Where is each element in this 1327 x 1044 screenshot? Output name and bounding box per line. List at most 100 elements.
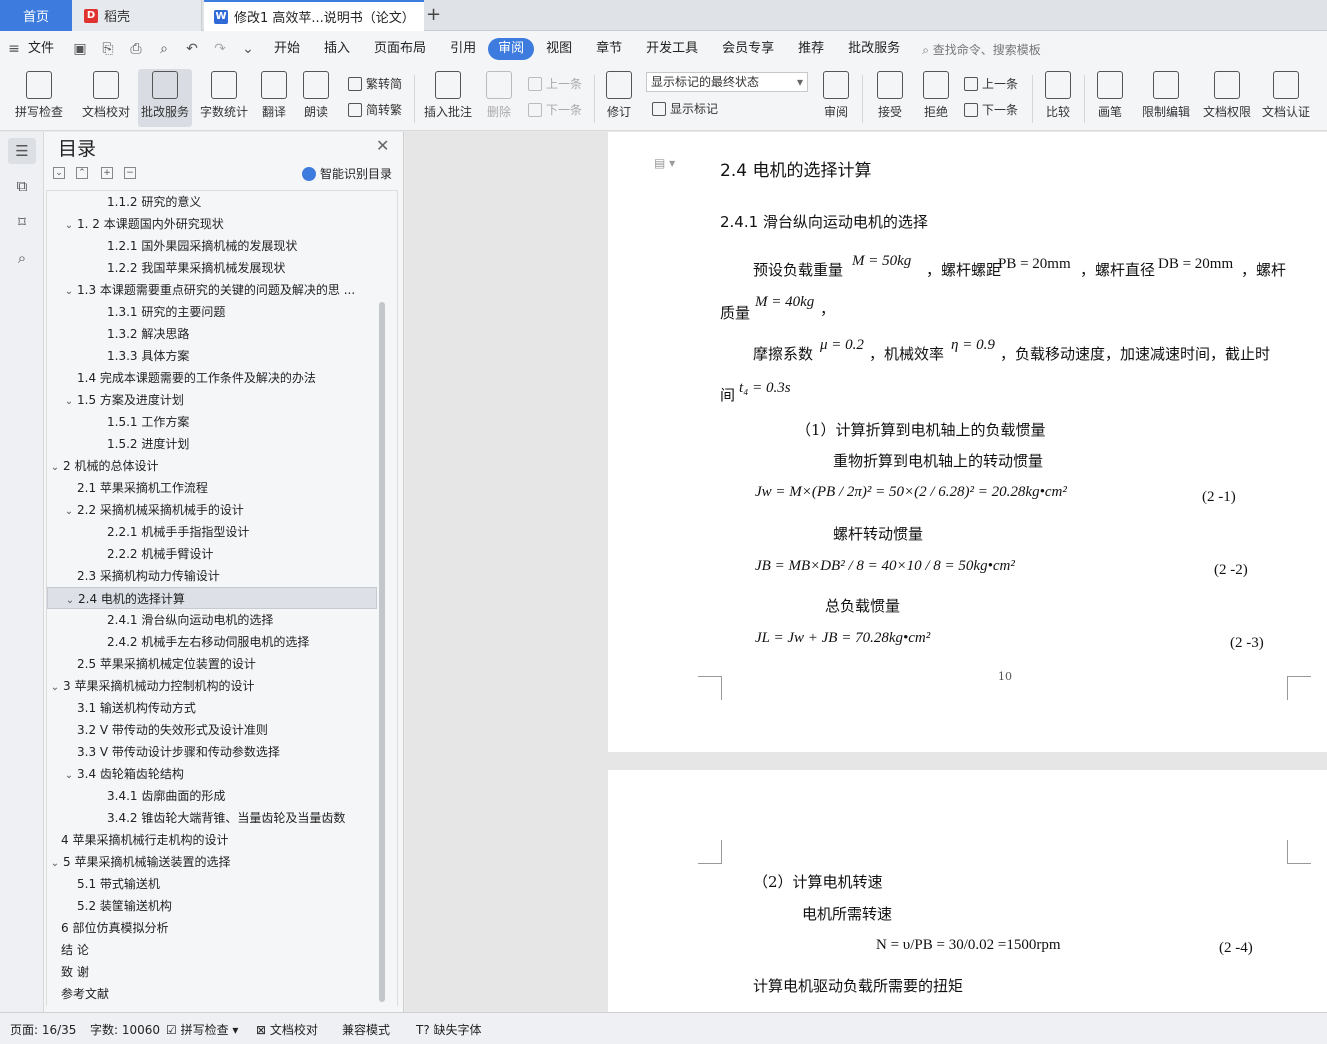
toc-item[interactable]: 3.2 V 带传动的失效形式及设计准则	[47, 719, 377, 741]
toc-item[interactable]: 1.5.1 工作方案	[47, 411, 377, 433]
tab-document[interactable]: W 修改1 高效苹...说明书（论文）	[204, 0, 424, 31]
toc-item[interactable]: 结 论	[47, 939, 377, 961]
tab-daoke[interactable]: D 稻壳	[72, 0, 202, 31]
chevron-down-icon[interactable]: ⌄	[61, 215, 77, 235]
chevron-down-icon[interactable]: ⌄	[47, 677, 63, 697]
menu-review[interactable]: 审阅	[488, 38, 535, 60]
toc-item[interactable]: 1.2.1 国外果园采摘机械的发展现状	[47, 235, 377, 257]
page-indicator[interactable]: 页面: 16/35	[10, 1021, 76, 1038]
spellcheck-button[interactable]: 拼写检查	[8, 69, 70, 127]
word-count-indicator[interactable]: 字数: 10060	[90, 1021, 160, 1038]
collapse-minus-icon[interactable]: −	[124, 167, 136, 179]
toc-item[interactable]: 2.5 苹果采摘机械定位装置的设计	[47, 653, 377, 675]
chevron-down-icon[interactable]: ⌄	[61, 391, 77, 411]
insert-comment-button[interactable]: 插入批注	[422, 69, 474, 127]
toc-item[interactable]: ⌄ 2.2 采摘机械采摘机械手的设计	[47, 499, 377, 521]
document-page[interactable]: （2）计算电机转速 电机所需转速 N = υ/PB = 30/0.02 =150…	[608, 770, 1327, 1012]
menu-file[interactable]: 文件	[28, 38, 66, 60]
toc-item[interactable]: ⌄ 1.3 本课题需要重点研究的关键的问题及解决的思 ...	[47, 279, 377, 301]
toc-item[interactable]: 1.5.2 进度计划	[47, 433, 377, 455]
chevron-down-icon[interactable]: ⌄	[61, 281, 77, 301]
hamburger-icon[interactable]: ≡	[6, 41, 22, 57]
reject-button[interactable]: 拒绝	[916, 69, 956, 127]
toc-item[interactable]: 2.3 采摘机构动力传输设计	[47, 565, 377, 587]
menu-recommend[interactable]: 推荐	[786, 38, 836, 60]
delete-comment-button[interactable]: 删除	[480, 69, 518, 127]
next-comment-button[interactable]: 下一条	[528, 101, 582, 118]
toc-item[interactable]: 3.4.1 齿廓曲面的形成	[47, 785, 377, 807]
chevron-down-icon[interactable]: ⌄	[47, 457, 63, 477]
toc-item[interactable]: ⌄ 2 机械的总体设计	[47, 455, 377, 477]
trad-to-simp-button[interactable]: 繁转简	[348, 75, 402, 92]
proofread-status[interactable]: ⊠ 文档校对	[256, 1021, 318, 1038]
toc-item[interactable]: 2.1 苹果采摘机工作流程	[47, 477, 377, 499]
toc-item[interactable]: ⌄ 1. 2 本课题国内外研究现状	[47, 213, 377, 235]
toc-item[interactable]: 参考文献	[47, 983, 377, 1005]
translate-button[interactable]: 翻译	[256, 69, 292, 127]
toc-item[interactable]: 1.3.2 解决思路	[47, 323, 377, 345]
print-preview-icon[interactable]: ⌕	[156, 41, 172, 57]
smart-toc-button[interactable]: 智能识别目录	[302, 165, 392, 182]
word-count-button[interactable]: 字数统计	[198, 69, 250, 127]
toc-item[interactable]: 5.1 带式输送机	[47, 873, 377, 895]
search-icon[interactable]: ⌕	[12, 248, 32, 268]
toc-item[interactable]: 1.2.2 我国苹果采摘机械发展现状	[47, 257, 377, 279]
save-icon[interactable]: ▣	[72, 41, 88, 57]
new-tab-button[interactable]: +	[426, 4, 441, 25]
chevron-down-icon[interactable]: ⌄	[61, 501, 77, 521]
toc-item[interactable]: 1.1.2 研究的意义	[47, 191, 377, 213]
menu-correction-service[interactable]: 批改服务	[836, 38, 912, 60]
undo-icon[interactable]: ↶	[184, 41, 200, 57]
review-pane-button[interactable]: 审阅	[816, 69, 856, 127]
menu-chapter[interactable]: 章节	[584, 38, 634, 60]
toc-item[interactable]: 3.3 V 带传动设计步骤和传动参数选择	[47, 741, 377, 763]
document-canvas[interactable]: ▤ ▾ 2.4 电机的选择计算 2.4.1 滑台纵向运动电机的选择 预设负载重量…	[405, 132, 1327, 1012]
correction-service-button[interactable]: 批改服务	[138, 69, 192, 127]
paragraph-marker-icon[interactable]: ▤ ▾	[654, 156, 675, 170]
chevron-down-icon[interactable]: ⌄	[47, 853, 63, 873]
toc-item[interactable]: ⌄ 5 苹果采摘机械输送装置的选择	[47, 851, 377, 873]
toc-item[interactable]: 1.3.1 研究的主要问题	[47, 301, 377, 323]
toc-nav-icon[interactable]: ☰	[8, 138, 36, 164]
next-change-button[interactable]: 下一条	[964, 101, 1018, 118]
prev-comment-button[interactable]: 上一条	[528, 75, 582, 92]
accept-button[interactable]: 接受	[870, 69, 910, 127]
menu-reference[interactable]: 引用	[438, 38, 488, 60]
expand-plus-icon[interactable]: +	[101, 167, 113, 179]
menu-insert[interactable]: 插入	[312, 38, 362, 60]
tab-home[interactable]: 首页	[0, 0, 72, 31]
markup-state-select[interactable]: 显示标记的最终状态	[646, 72, 808, 92]
read-aloud-button[interactable]: 朗读	[300, 69, 332, 127]
menu-start[interactable]: 开始	[262, 38, 312, 60]
chevron-down-icon[interactable]: ⌄	[61, 765, 77, 785]
toc-item[interactable]: 2.2.1 机械手手指指型设计	[47, 521, 377, 543]
toc-item[interactable]: ⌄ 3 苹果采摘机械动力控制机构的设计	[47, 675, 377, 697]
bookmark-icon[interactable]: ⌑	[12, 212, 32, 232]
document-page[interactable]: ▤ ▾ 2.4 电机的选择计算 2.4.1 滑台纵向运动电机的选择 预设负载重量…	[608, 132, 1327, 752]
chapter-nav-icon[interactable]: ⧉	[12, 176, 32, 196]
toc-item[interactable]: 2.2.2 机械手臂设计	[47, 543, 377, 565]
compare-button[interactable]: 比较	[1038, 69, 1078, 127]
menu-member[interactable]: 会员专享	[710, 38, 786, 60]
command-search[interactable]: ⌕ 查找命令、搜索模板	[922, 41, 1041, 58]
toc-item[interactable]: 5.2 装筐输送机构	[47, 895, 377, 917]
expand-up-icon[interactable]: ⌃	[76, 167, 88, 179]
proofread-button[interactable]: 文档校对	[78, 69, 134, 127]
prev-change-button[interactable]: 上一条	[964, 75, 1018, 92]
toc-item[interactable]: 1.4 完成本课题需要的工作条件及解决的办法	[47, 367, 377, 389]
pen-button[interactable]: 画笔	[1092, 69, 1128, 127]
toc-item[interactable]: ⌄ 1.5 方案及进度计划	[47, 389, 377, 411]
spellcheck-status[interactable]: ☑ 拼写检查 ▾	[166, 1021, 238, 1038]
more-chevron-icon[interactable]: ⌄	[240, 41, 256, 57]
export-pdf-icon[interactable]: ⎘	[100, 41, 116, 57]
toc-item[interactable]: 4 苹果采摘机械行走机构的设计	[47, 829, 377, 851]
track-changes-button[interactable]: 修订	[600, 69, 638, 127]
toc-item[interactable]: ⌄ 3.4 齿轮箱齿轮结构	[47, 763, 377, 785]
menu-page-layout[interactable]: 页面布局	[362, 38, 438, 60]
chevron-down-icon[interactable]: ⌄	[62, 590, 78, 608]
toc-item[interactable]: 6 部位仿真模拟分析	[47, 917, 377, 939]
doc-rights-button[interactable]: 文档权限	[1200, 69, 1254, 127]
toc-item[interactable]: 2.4.2 机械手左右移动伺服电机的选择	[47, 631, 377, 653]
toc-item[interactable]: 2.4.1 滑台纵向运动电机的选择	[47, 609, 377, 631]
toc-item[interactable]: 3.4.2 锥齿轮大端背锥、当量齿轮及当量齿数	[47, 807, 377, 829]
